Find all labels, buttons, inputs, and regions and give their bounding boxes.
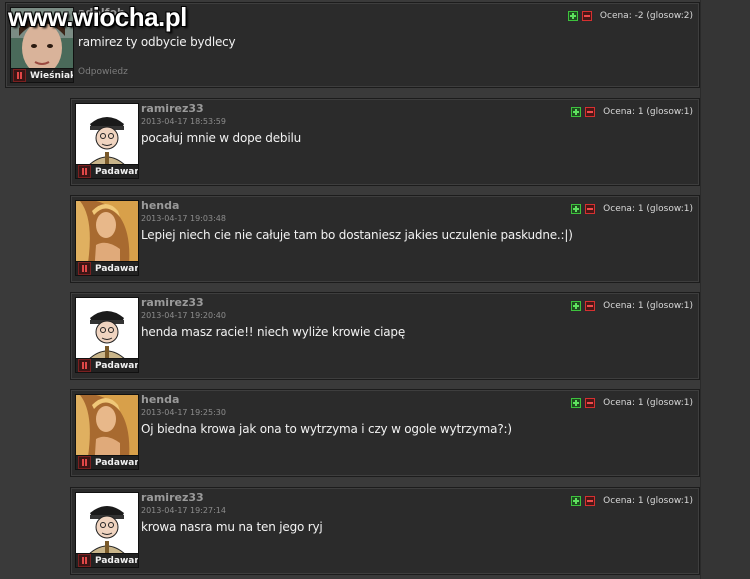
username[interactable]: ramirez33 — [141, 491, 204, 504]
avatar[interactable]: Padawan — [75, 394, 139, 470]
avatar[interactable]: Padawan — [75, 200, 139, 276]
comment-text: krowa nasra mu na ten jego ryj — [141, 520, 323, 534]
score-text: Ocena: -2 (glosow:2) — [599, 11, 693, 21]
comment-text: ramirez ty odbycie bydlecy — [78, 35, 236, 49]
page-right-gutter — [700, 0, 750, 579]
avatar[interactable]: Padawan — [75, 297, 139, 373]
rank-icon — [13, 69, 26, 82]
rank-icon — [78, 262, 91, 275]
comment-date: 2013-04-17 19:27:14 — [141, 506, 226, 515]
rank-bar: Padawan — [76, 553, 138, 567]
comment-date: 2013-04-17 18:53:59 — [141, 117, 226, 126]
minus-icon[interactable] — [585, 496, 596, 506]
minus-icon[interactable] — [581, 11, 592, 21]
rank-bar: Padawan — [76, 164, 138, 178]
site-watermark: www.wiocha.pl — [8, 2, 187, 32]
score-text: Ocena: 1 (glosow:1) — [603, 107, 693, 117]
comment-text: Lepiej niech cie nie całuje tam bo dosta… — [141, 228, 573, 242]
vote-box: Ocena: 1 (glosow:1) — [571, 107, 693, 117]
avatar[interactable]: Padawan — [75, 103, 139, 179]
comment-date: 2013-04-17 19:25:30 — [141, 408, 226, 417]
vote-box: Ocena: 1 (glosow:1) — [571, 204, 693, 214]
rank-label: Wieśniak — [30, 70, 74, 81]
comment-card: Padawan henda 2013-04-17 19:25:30 Oj bie… — [70, 389, 700, 477]
username[interactable]: henda — [141, 393, 179, 406]
rank-bar: Padawan — [76, 261, 138, 275]
plus-icon[interactable] — [571, 496, 582, 506]
comment-text: Oj biedna krowa jak ona to wytrzyma i cz… — [141, 422, 512, 436]
rank-label: Padawan — [95, 360, 139, 371]
plus-icon[interactable] — [571, 204, 582, 214]
comment-date: 2013-04-17 19:20:40 — [141, 311, 226, 320]
avatar[interactable]: Padawan — [75, 492, 139, 568]
comment-text: henda masz racie!! niech wyliże krowie c… — [141, 325, 406, 339]
rank-icon — [78, 359, 91, 372]
plus-icon[interactable] — [571, 107, 582, 117]
comment-date: 2013-04-17 19:03:48 — [141, 214, 226, 223]
minus-icon[interactable] — [585, 398, 596, 408]
rank-label: Padawan — [95, 263, 139, 274]
score-text: Ocena: 1 (glosow:1) — [603, 496, 693, 506]
rank-label: Padawan — [95, 166, 139, 177]
score-text: Ocena: 1 (glosow:1) — [603, 301, 693, 311]
comment-card: Padawan ramirez33 2013-04-17 18:53:59 po… — [70, 98, 700, 186]
username[interactable]: henda — [141, 199, 179, 212]
rank-label: Padawan — [95, 457, 139, 468]
rank-bar: Padawan — [76, 358, 138, 372]
rank-bar: Wieśniak — [11, 68, 73, 82]
minus-icon[interactable] — [585, 107, 596, 117]
minus-icon[interactable] — [585, 301, 596, 311]
rank-icon — [78, 554, 91, 567]
vote-box: Ocena: 1 (glosow:1) — [571, 398, 693, 408]
comment-card: Padawan ramirez33 2013-04-17 19:27:14 kr… — [70, 487, 700, 575]
rank-label: Padawan — [95, 555, 139, 566]
plus-icon[interactable] — [571, 398, 582, 408]
minus-icon[interactable] — [585, 204, 596, 214]
plus-icon[interactable] — [567, 11, 578, 21]
rank-icon — [78, 456, 91, 469]
vote-box: Ocena: 1 (glosow:1) — [571, 496, 693, 506]
plus-icon[interactable] — [571, 301, 582, 311]
vote-box: Ocena: 1 (glosow:1) — [571, 301, 693, 311]
comment-card: Padawan ramirez33 2013-04-17 19:20:40 he… — [70, 292, 700, 380]
score-text: Ocena: 1 (glosow:1) — [603, 204, 693, 214]
score-text: Ocena: 1 (glosow:1) — [603, 398, 693, 408]
rank-icon — [78, 165, 91, 178]
comment-text: pocałuj mnie w dope debilu — [141, 131, 301, 145]
reply-link[interactable]: Odpowiedz — [78, 67, 128, 77]
vote-box: Ocena: -2 (glosow:2) — [567, 11, 693, 21]
username[interactable]: ramirez33 — [141, 296, 204, 309]
comment-card: Padawan henda 2013-04-17 19:03:48 Lepiej… — [70, 195, 700, 283]
rank-bar: Padawan — [76, 455, 138, 469]
username[interactable]: ramirez33 — [141, 102, 204, 115]
